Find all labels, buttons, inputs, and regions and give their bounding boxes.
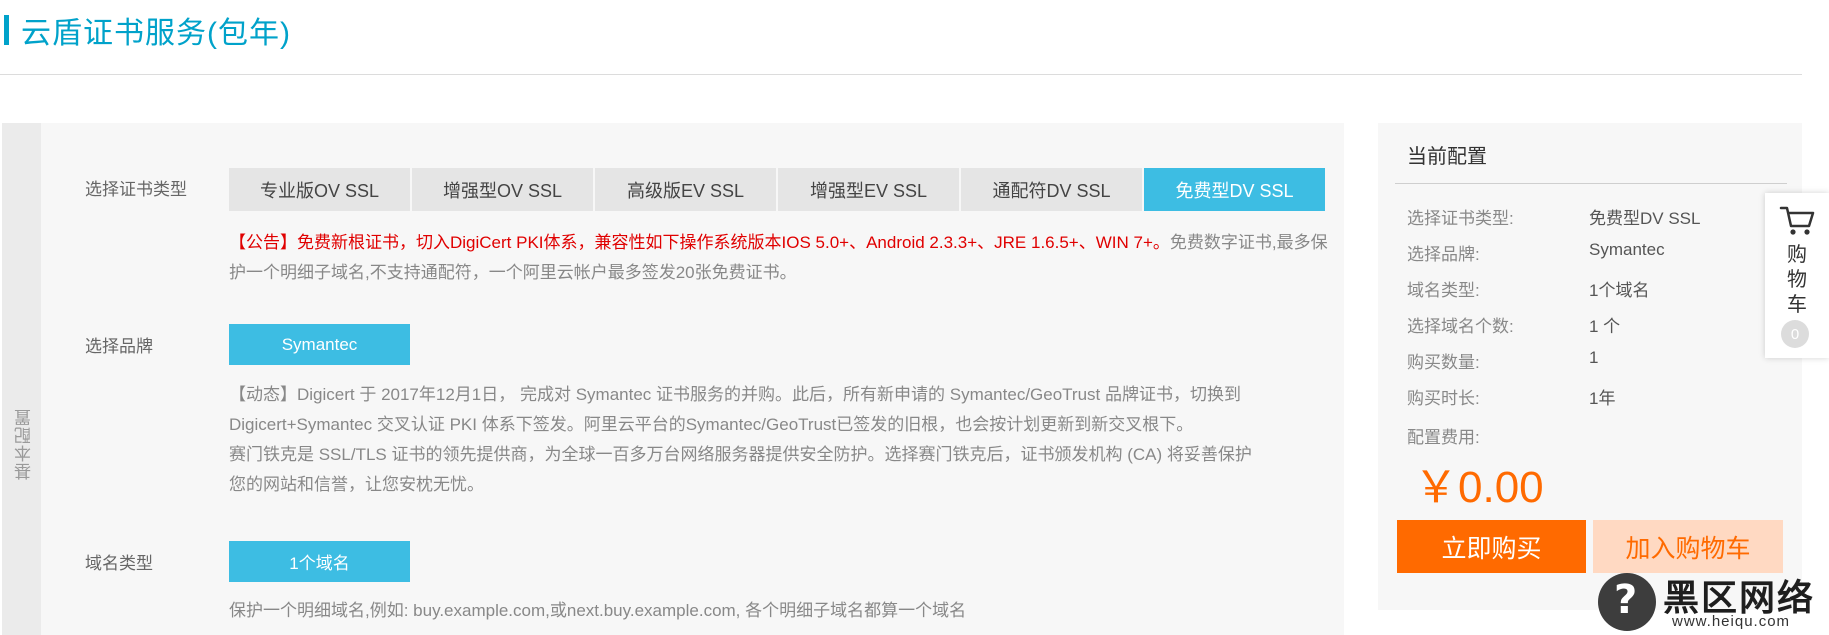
summary-value: Symantec bbox=[1589, 240, 1665, 259]
summary-value: 1年 bbox=[1589, 389, 1616, 408]
fee-label: 配置费用: bbox=[1407, 428, 1480, 447]
summary-label: 选择证书类型: bbox=[1407, 209, 1514, 228]
cart-count-badge: 0 bbox=[1781, 320, 1809, 348]
domain-type-description: 保护一个明细域名,例如: buy.example.com,或next.buy.e… bbox=[229, 601, 967, 620]
tab-enhanced-ov-ssl[interactable]: 增强型OV SSL bbox=[412, 168, 593, 211]
page-title: 云盾证书服务(包年) bbox=[21, 17, 291, 50]
domain-type-one-button[interactable]: 1个域名 bbox=[229, 541, 410, 582]
watermark-url: www.heiqu.com bbox=[1672, 613, 1791, 630]
summary-label: 购买时长: bbox=[1407, 389, 1480, 408]
summary-value: 1 个 bbox=[1589, 317, 1621, 336]
current-config-panel: 当前配置 选择证书类型: 免费型DV SSL 选择品牌: Symantec 域名… bbox=[1378, 123, 1802, 610]
tab-professional-ov-ssl[interactable]: 专业版OV SSL bbox=[229, 168, 410, 211]
watermark-glyph-icon: ? bbox=[1614, 577, 1638, 623]
brand-desc-line: 您的网站和信誉，让您安枕无忧。 bbox=[229, 475, 484, 494]
cert-type-label: 选择证书类型 bbox=[85, 180, 187, 199]
tab-advanced-ev-ssl[interactable]: 高级版EV SSL bbox=[595, 168, 776, 211]
summary-value: 1个域名 bbox=[1589, 281, 1650, 300]
page: 云盾证书服务(包年) 基本配置 选择证书类型 专业版OV SSL 增强型OV S… bbox=[0, 0, 1829, 635]
notice-announcement: 【公告】免费新根证书，切入DigiCert PKI体系，兼容性如下操作系统版本I… bbox=[229, 233, 1170, 252]
summary-label: 购买数量: bbox=[1407, 353, 1480, 372]
tab-free-dv-ssl[interactable]: 免费型DV SSL bbox=[1144, 168, 1325, 211]
brand-desc-line: Digicert+Symantec 交叉认证 PKI 体系下签发。阿里云平台的S… bbox=[229, 415, 1194, 434]
tab-wildcard-dv-ssl[interactable]: 通配符DV SSL bbox=[961, 168, 1142, 211]
buy-now-button[interactable]: 立即购买 bbox=[1397, 520, 1586, 573]
title-accent-bar bbox=[4, 15, 9, 45]
price: ￥0.00 bbox=[1414, 463, 1544, 512]
domain-type-label: 域名类型 bbox=[85, 554, 153, 573]
shopping-cart-icon bbox=[1779, 205, 1815, 242]
title-divider bbox=[0, 74, 1802, 75]
side-tab: 基本配置 bbox=[2, 123, 41, 635]
side-tab-label: 基本配置 bbox=[15, 408, 34, 480]
brand-label: 选择品牌 bbox=[85, 337, 153, 356]
cert-type-tabs: 专业版OV SSL 增强型OV SSL 高级版EV SSL 增强型EV SSL … bbox=[229, 168, 1327, 211]
summary-label: 选择域名个数: bbox=[1407, 317, 1514, 336]
summary-value: 1 bbox=[1589, 348, 1599, 367]
summary-title: 当前配置 bbox=[1407, 146, 1487, 168]
brand-description: 【动态】Digicert 于 2017年12月1日， 完成对 Symantec … bbox=[229, 380, 1329, 500]
summary-divider bbox=[1395, 183, 1787, 184]
floating-cart[interactable]: 购物车 0 bbox=[1765, 193, 1829, 358]
summary-label: 域名类型: bbox=[1407, 281, 1480, 300]
watermark-logo: ? 黑区网络 www.heiqu.com bbox=[1595, 565, 1829, 635]
cart-label: 购物车 bbox=[1787, 244, 1807, 316]
brand-symantec-button[interactable]: Symantec bbox=[229, 324, 410, 365]
brand-desc-line: 赛门铁克是 SSL/TLS 证书的领先提供商，为全球一百多万台网络服务器提供安全… bbox=[229, 445, 1252, 464]
summary-label: 选择品牌: bbox=[1407, 245, 1480, 264]
tab-enhanced-ev-ssl[interactable]: 增强型EV SSL bbox=[778, 168, 959, 211]
basic-config-panel: 基本配置 选择证书类型 专业版OV SSL 增强型OV SSL 高级版EV SS… bbox=[2, 123, 1344, 635]
summary-value: 免费型DV SSL bbox=[1589, 209, 1701, 228]
page-header: 云盾证书服务(包年) bbox=[0, 10, 291, 50]
cert-type-notice: 【公告】免费新根证书，切入DigiCert PKI体系，兼容性如下操作系统版本I… bbox=[229, 228, 1329, 288]
brand-desc-line: 【动态】Digicert 于 2017年12月1日， 完成对 Symantec … bbox=[229, 385, 1241, 404]
